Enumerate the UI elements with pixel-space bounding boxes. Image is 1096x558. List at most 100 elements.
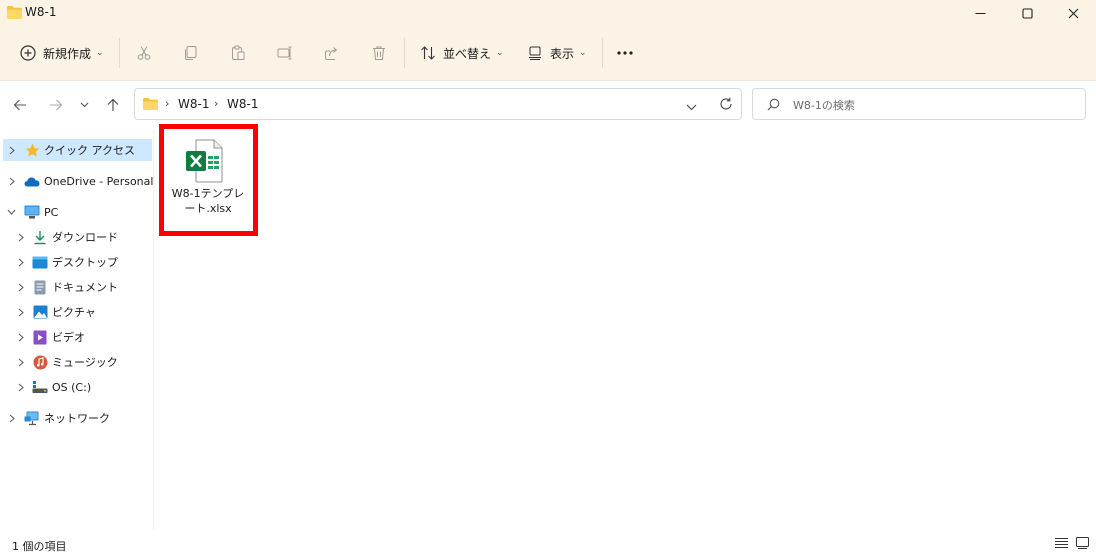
star-icon bbox=[24, 142, 40, 158]
sidebar-item-downloads[interactable]: ダウンロード bbox=[3, 226, 152, 248]
toolbar-divider bbox=[602, 38, 603, 68]
share-button[interactable] bbox=[324, 26, 340, 80]
back-button[interactable] bbox=[9, 94, 31, 116]
cloud-icon bbox=[24, 173, 40, 189]
chevron-down-icon: ⌄ bbox=[496, 48, 504, 58]
refresh-icon bbox=[720, 97, 732, 110]
sidebar-item-onedrive[interactable]: OneDrive - Personal bbox=[3, 170, 154, 192]
refresh-button[interactable] bbox=[719, 97, 733, 114]
copy-icon bbox=[185, 46, 197, 60]
share-icon bbox=[325, 47, 338, 60]
new-button-label: 新規作成 bbox=[43, 46, 92, 61]
recent-locations-button[interactable] bbox=[74, 94, 94, 116]
chevron-down-icon: ⌄ bbox=[579, 48, 587, 58]
desktop-icon bbox=[32, 254, 48, 270]
chevron-down-icon: ⌄ bbox=[96, 48, 104, 58]
up-button[interactable] bbox=[102, 94, 124, 116]
sidebar-item-network[interactable]: ネットワーク bbox=[3, 407, 152, 429]
file-item[interactable]: W8-1テンプレート.xlsx bbox=[168, 133, 248, 227]
sidebar-item-label: ダウンロード bbox=[52, 231, 118, 244]
minimize-button[interactable] bbox=[957, 0, 1003, 26]
details-view-button[interactable] bbox=[1052, 534, 1070, 552]
picture-icon bbox=[32, 304, 48, 320]
computer-icon bbox=[24, 204, 40, 220]
excel-file-icon bbox=[184, 139, 224, 186]
folder-icon bbox=[7, 6, 22, 22]
chevron-down-icon bbox=[686, 104, 697, 111]
scissors-icon bbox=[137, 46, 151, 60]
sidebar-item-label: ビデオ bbox=[52, 331, 85, 344]
chevron-right-icon bbox=[16, 382, 26, 392]
rename-button[interactable] bbox=[277, 26, 293, 80]
maximize-button[interactable] bbox=[1004, 0, 1050, 26]
breadcrumb-separator-icon: › bbox=[214, 97, 219, 110]
sidebar-item-label: ピクチャ bbox=[52, 306, 96, 319]
sidebar-item-label: クイック アクセス bbox=[44, 144, 135, 157]
new-button[interactable]: 新規作成 ⌄ bbox=[20, 26, 104, 80]
trash-icon bbox=[373, 46, 385, 60]
sidebar-item-videos[interactable]: ビデオ bbox=[3, 326, 152, 348]
paste-button[interactable] bbox=[230, 26, 246, 80]
sidebar-item-pictures[interactable]: ピクチャ bbox=[3, 301, 152, 323]
chevron-right-icon bbox=[7, 145, 17, 155]
sidebar-item-music[interactable]: ミュージック bbox=[3, 351, 152, 373]
command-bar: 新規作成 ⌄ 並べ替え ⌄ 表示 ⌄ bbox=[0, 26, 1096, 81]
chevron-right-icon bbox=[16, 307, 26, 317]
copy-button[interactable] bbox=[183, 26, 199, 80]
folder-icon bbox=[143, 98, 158, 113]
more-options-button[interactable] bbox=[616, 26, 634, 80]
sidebar-item-desktop[interactable]: デスクトップ bbox=[3, 251, 152, 273]
sort-button[interactable]: 並べ替え ⌄ bbox=[420, 26, 504, 80]
cut-button[interactable] bbox=[136, 26, 152, 80]
chevron-right-icon bbox=[7, 176, 17, 186]
sidebar-item-quick-access[interactable]: クイック アクセス bbox=[3, 139, 152, 161]
music-icon bbox=[32, 354, 48, 370]
clipboard-icon bbox=[232, 45, 245, 60]
arrow-up-icon bbox=[107, 98, 119, 111]
view-icon bbox=[529, 46, 541, 60]
search-input[interactable]: W8-1の検索 bbox=[752, 88, 1086, 120]
tiles-view-icon bbox=[1075, 537, 1089, 549]
sort-button-label: 並べ替え bbox=[443, 46, 492, 61]
sidebar-item-label: ドキュメント bbox=[52, 281, 118, 294]
chevron-down-icon bbox=[80, 102, 88, 108]
breadcrumb-item[interactable]: W8-1 bbox=[178, 97, 209, 111]
chevron-right-icon bbox=[16, 332, 26, 342]
item-count: 1 個の項目 bbox=[12, 540, 67, 553]
download-icon bbox=[32, 229, 48, 245]
network-icon bbox=[24, 410, 40, 426]
sidebar-item-pc[interactable]: PC bbox=[3, 201, 152, 223]
sort-icon bbox=[421, 46, 435, 60]
address-history-button[interactable] bbox=[686, 100, 697, 114]
chevron-down-icon bbox=[6, 207, 16, 217]
status-bar: 1 個の項目 bbox=[0, 530, 1096, 558]
sidebar-item-label: ネットワーク bbox=[44, 412, 110, 425]
forward-button[interactable] bbox=[45, 94, 67, 116]
drive-icon bbox=[32, 379, 48, 395]
sidebar-item-label: デスクトップ bbox=[52, 256, 118, 269]
file-name: W8-1テンプレート.xlsx bbox=[171, 187, 245, 215]
close-button[interactable] bbox=[1050, 0, 1096, 26]
sidebar-item-drive-c[interactable]: OS (C:) bbox=[3, 376, 152, 398]
close-icon bbox=[1068, 8, 1078, 18]
arrow-left-icon bbox=[13, 99, 26, 111]
large-icons-view-button[interactable] bbox=[1073, 534, 1091, 552]
maximize-icon bbox=[1021, 7, 1033, 19]
plus-circle-icon bbox=[20, 45, 36, 61]
sidebar-item-label: OS (C:) bbox=[52, 380, 92, 394]
view-button[interactable]: 表示 ⌄ bbox=[527, 26, 587, 80]
breadcrumb-item[interactable]: W8-1 bbox=[227, 97, 258, 111]
video-icon bbox=[32, 329, 48, 345]
list-view-icon bbox=[1054, 538, 1068, 548]
sidebar-item-documents[interactable]: ドキュメント bbox=[3, 276, 152, 298]
toolbar-divider bbox=[119, 38, 120, 68]
arrow-right-icon bbox=[50, 99, 63, 111]
window-title: W8-1 bbox=[25, 5, 57, 19]
chevron-right-icon bbox=[16, 257, 26, 267]
delete-button[interactable] bbox=[371, 26, 387, 80]
pane-divider bbox=[153, 130, 154, 530]
view-button-label: 表示 bbox=[550, 46, 575, 61]
address-bar[interactable]: › W8-1 › W8-1 bbox=[134, 88, 742, 120]
sidebar-item-label: ミュージック bbox=[52, 356, 118, 369]
sidebar-item-label: OneDrive - Personal bbox=[44, 174, 154, 188]
